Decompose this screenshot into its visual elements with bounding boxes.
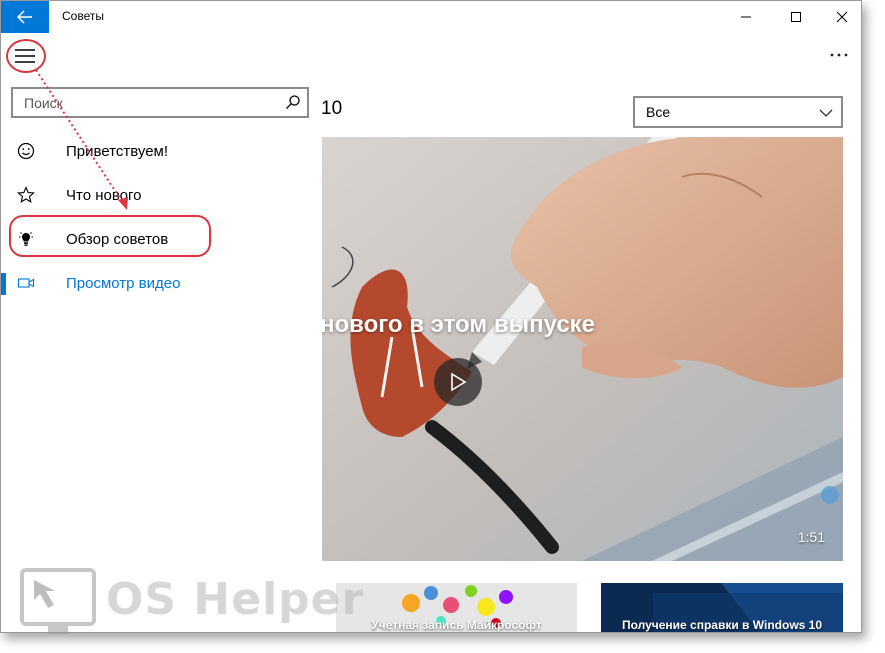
watermark: OS Helper <box>18 566 363 638</box>
video-icon <box>17 274 35 292</box>
close-icon <box>836 11 848 23</box>
maximize-icon <box>791 12 801 22</box>
tip-card-title: Получение справки в Windows 10 <box>621 618 823 632</box>
active-indicator <box>1 273 6 295</box>
sidebar-item-label: Приветствуем! <box>66 142 169 160</box>
highlight-ring-tips-overview <box>9 215 211 257</box>
app-title: Советы <box>62 9 104 23</box>
close-button[interactable] <box>819 1 861 33</box>
back-arrow-icon <box>17 10 32 24</box>
play-button[interactable] <box>434 358 482 406</box>
minimize-button[interactable] <box>723 1 769 33</box>
tip-card-get-help[interactable]: Получение справки в Windows 10 <box>601 583 843 632</box>
video-duration: 1:51 <box>797 529 825 545</box>
sidebar-item-watch-video[interactable]: Просмотр видео <box>1 263 301 303</box>
tip-card-microsoft-account[interactable]: Учетная запись Майкрософт <box>336 583 577 632</box>
video-thumbnail-image <box>322 137 843 561</box>
chevron-down-icon <box>819 109 833 117</box>
app-window: Советы Поиск Приветствуем! Что нового Об… <box>0 0 862 633</box>
watermark-logo-icon <box>20 568 96 634</box>
sidebar-item-whats-new[interactable]: Что нового <box>1 175 301 215</box>
tips-count: 10 <box>321 98 343 119</box>
filter-dropdown[interactable]: Все <box>633 96 843 128</box>
highlight-ring-hamburger <box>6 39 46 73</box>
search-input[interactable] <box>13 89 273 116</box>
video-caption: нового в этом выпуске <box>322 311 596 338</box>
title-bar: Советы <box>1 1 861 33</box>
ellipsis-icon <box>830 53 848 57</box>
maximize-button[interactable] <box>773 1 819 33</box>
search-icon[interactable] <box>285 94 301 110</box>
video-player[interactable]: нового в этом выпуске 1:51 <box>322 137 843 561</box>
play-icon <box>451 372 467 392</box>
more-options-button[interactable] <box>829 45 853 65</box>
sidebar-item-label: Просмотр видео <box>66 274 181 292</box>
minimize-icon <box>741 16 751 18</box>
star-icon <box>17 186 35 204</box>
search-box <box>11 87 309 118</box>
smile-icon <box>17 142 35 160</box>
filter-selected-value: Все <box>646 104 671 120</box>
sidebar-item-label: Что нового <box>66 186 142 204</box>
watermark-text: OS Helper <box>106 574 365 625</box>
tip-card-title: Учетная запись Майкрософт <box>371 618 542 632</box>
sidebar-item-welcome[interactable]: Приветствуем! <box>1 131 301 171</box>
back-button[interactable] <box>1 1 49 33</box>
